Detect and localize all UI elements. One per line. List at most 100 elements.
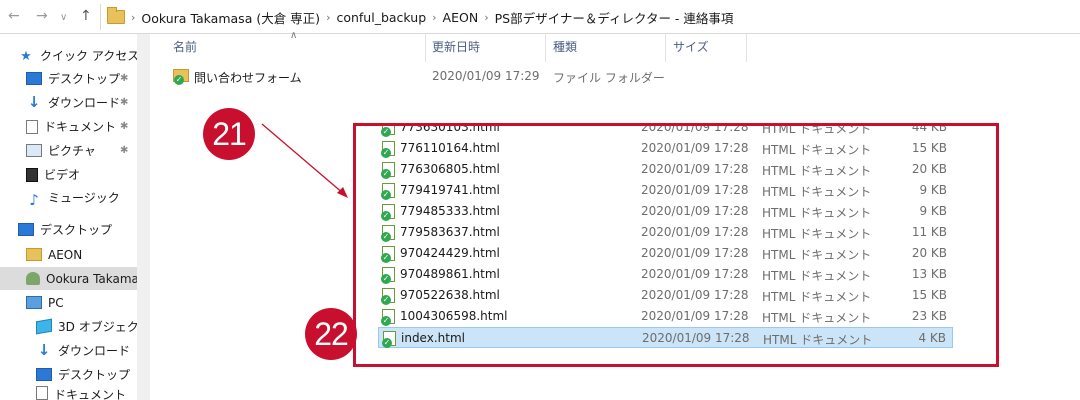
breadcrumb-item[interactable]: conful_backup	[336, 10, 426, 25]
navigation-pane: ★ クイック アクセス デスクトップ ✱ ↓ ダウンロード ✱ ドキュメント ✱…	[0, 34, 150, 400]
document-icon	[26, 119, 38, 134]
file-name: 970489861.html	[400, 267, 500, 281]
forward-arrow-icon[interactable]: →	[36, 8, 48, 24]
file-size: 9 KB	[919, 204, 947, 218]
file-date: 2020/01/09 17:28	[641, 204, 749, 218]
file-size: 11 KB	[911, 225, 947, 239]
file-type: HTML ドキュメント	[762, 269, 872, 283]
html-file-icon: ✓	[381, 309, 395, 326]
sidebar-item-videos[interactable]: ビデオ	[26, 163, 137, 186]
file-date: 2020/01/09 17:28	[642, 331, 750, 345]
file-size: 9 KB	[919, 183, 947, 197]
sidebar-item-label: ピクチャ	[48, 144, 96, 158]
folder-date: 2020/01/09 17:29	[432, 69, 540, 83]
html-file-icon: ✓	[381, 162, 395, 179]
file-date: 2020/01/09 17:28	[641, 288, 749, 302]
html-file-icon: ✓	[381, 267, 395, 284]
folder-type: ファイル フォルダー	[553, 71, 665, 85]
sidebar-item-label: AEON	[48, 247, 83, 262]
document-icon	[36, 386, 48, 400]
column-divider[interactable]	[425, 34, 426, 62]
column-header-size[interactable]: サイズ	[673, 38, 709, 55]
file-name: 779583637.html	[400, 225, 500, 239]
file-row[interactable]: ✓ 779583637.html 2020/01/09 17:28 HTML ド…	[378, 222, 953, 243]
sync-check-icon: ✓	[381, 190, 391, 200]
file-row[interactable]: ✓ 776110164.html 2020/01/09 17:28 HTML ド…	[378, 138, 953, 159]
sidebar-item-pc-downloads[interactable]: ↓ ダウンロード	[36, 339, 137, 362]
sidebar-item-aeon[interactable]: AEON	[26, 243, 137, 266]
video-icon	[26, 167, 38, 182]
sidebar-item-label: ドキュメント	[54, 388, 127, 400]
sidebar-item-desktop-root[interactable]: デスクトップ	[18, 218, 137, 241]
chevron-right-icon: ›	[432, 10, 437, 24]
file-type: HTML ドキュメント	[762, 311, 872, 325]
sidebar-item-label: クイック アクセス	[40, 49, 137, 63]
address-bar-row: ← → ∨ ↑ › Ookura Takamasa (大倉 専正) › conf…	[0, 0, 1080, 34]
download-icon: ↓	[27, 93, 41, 111]
star-icon: ★	[20, 49, 32, 64]
sidebar-scrollbar[interactable]	[137, 34, 150, 400]
sync-check-icon: ✓	[381, 232, 391, 242]
file-row[interactable]: ✓ 773630103.html 2020/01/09 17:28 HTML ド…	[378, 123, 953, 138]
file-row[interactable]: ✓ 779485333.html 2020/01/09 17:28 HTML ド…	[378, 201, 953, 222]
sidebar-item-pc-desktop[interactable]: デスクトップ	[36, 363, 137, 386]
sidebar-item-pc-documents[interactable]: ドキュメント	[36, 386, 137, 400]
sidebar-item-label: ダウンロード	[48, 96, 121, 110]
sidebar-item-label: デスクトップ	[48, 72, 121, 86]
sidebar-item-user[interactable]: Ookura Takamasa	[0, 267, 137, 290]
sidebar-item-music[interactable]: ♪ ミュージック	[26, 186, 137, 209]
html-file-icon: ✓	[381, 225, 395, 242]
up-arrow-icon[interactable]: ↑	[80, 8, 92, 24]
file-name: 773630103.html	[400, 123, 500, 134]
sidebar-item-label: 3D オブジェクト	[58, 320, 137, 334]
chevron-right-icon: ›	[484, 10, 489, 24]
file-date: 2020/01/09 17:28	[641, 225, 749, 239]
desktop-icon	[18, 223, 34, 236]
breadcrumb-item[interactable]: AEON	[443, 10, 479, 25]
file-row[interactable]: ✓ 970522638.html 2020/01/09 17:28 HTML ド…	[378, 285, 953, 306]
chevron-right-icon: ›	[326, 10, 331, 24]
sync-check-icon: ✓	[381, 253, 391, 263]
back-arrow-icon[interactable]: ←	[8, 8, 20, 24]
sidebar-item-label: ダウンロード	[58, 344, 131, 358]
column-divider[interactable]	[746, 34, 747, 62]
file-row[interactable]: ✓ 1004306598.html 2020/01/09 17:28 HTML …	[378, 306, 953, 327]
file-date: 2020/01/09 17:28	[641, 162, 749, 176]
address-breadcrumb[interactable]: › Ookura Takamasa (大倉 専正) › conful_backu…	[100, 4, 1080, 30]
sync-check-icon: ✓	[381, 148, 391, 158]
breadcrumb-item[interactable]: PS部デザイナー＆ディレクター - 連絡事項	[495, 8, 734, 27]
column-header-name[interactable]: 名前	[173, 38, 197, 55]
sync-check-icon: ✓	[381, 127, 391, 137]
sidebar-item-quick-access[interactable]: ★ クイック アクセス	[18, 44, 137, 67]
pictures-icon	[26, 144, 42, 157]
file-type: HTML ドキュメント	[762, 227, 872, 241]
file-row[interactable]: ✓ 776306805.html 2020/01/09 17:28 HTML ド…	[378, 159, 953, 180]
file-row[interactable]: ✓ 970424429.html 2020/01/09 17:28 HTML ド…	[378, 243, 953, 264]
file-date: 2020/01/09 17:28	[641, 267, 749, 281]
column-divider[interactable]	[665, 34, 666, 62]
column-header-date[interactable]: 更新日時	[432, 38, 480, 55]
sidebar-item-label: ドキュメント	[44, 120, 117, 134]
file-type: HTML ドキュメント	[762, 143, 872, 157]
sidebar-item-pc[interactable]: PC	[26, 291, 137, 314]
breadcrumb-item[interactable]: Ookura Takamasa (大倉 専正)	[141, 8, 320, 27]
file-size: 15 KB	[911, 141, 947, 155]
file-row[interactable]: ✓ 779419741.html 2020/01/09 17:28 HTML ド…	[378, 180, 953, 201]
folder-row[interactable]: ✓ 問い合わせフォーム 2020/01/09 17:29 ファイル フォルダー	[170, 66, 670, 88]
file-name: 1004306598.html	[400, 309, 508, 323]
file-name: 779485333.html	[400, 204, 500, 218]
file-row-selected[interactable]: ✓ index.html 2020/01/09 17:28 HTML ドキュメン…	[378, 327, 953, 348]
desktop-icon	[36, 368, 52, 381]
sync-check-icon: ✓	[381, 316, 391, 326]
chevron-right-icon: ›	[131, 10, 136, 24]
chevron-down-icon[interactable]: ∨	[60, 10, 67, 26]
file-type: HTML ドキュメント	[762, 290, 872, 304]
column-header-type[interactable]: 種類	[553, 38, 577, 55]
sidebar-item-3d-objects[interactable]: 3D オブジェクト	[36, 315, 137, 338]
sync-check-icon: ✓	[381, 274, 391, 284]
column-divider[interactable]	[545, 34, 546, 62]
file-row[interactable]: ✓ 970489861.html 2020/01/09 17:28 HTML ド…	[378, 264, 953, 285]
file-name: 970424429.html	[400, 246, 500, 260]
file-size: 4 KB	[918, 331, 946, 345]
file-name: 970522638.html	[400, 288, 500, 302]
